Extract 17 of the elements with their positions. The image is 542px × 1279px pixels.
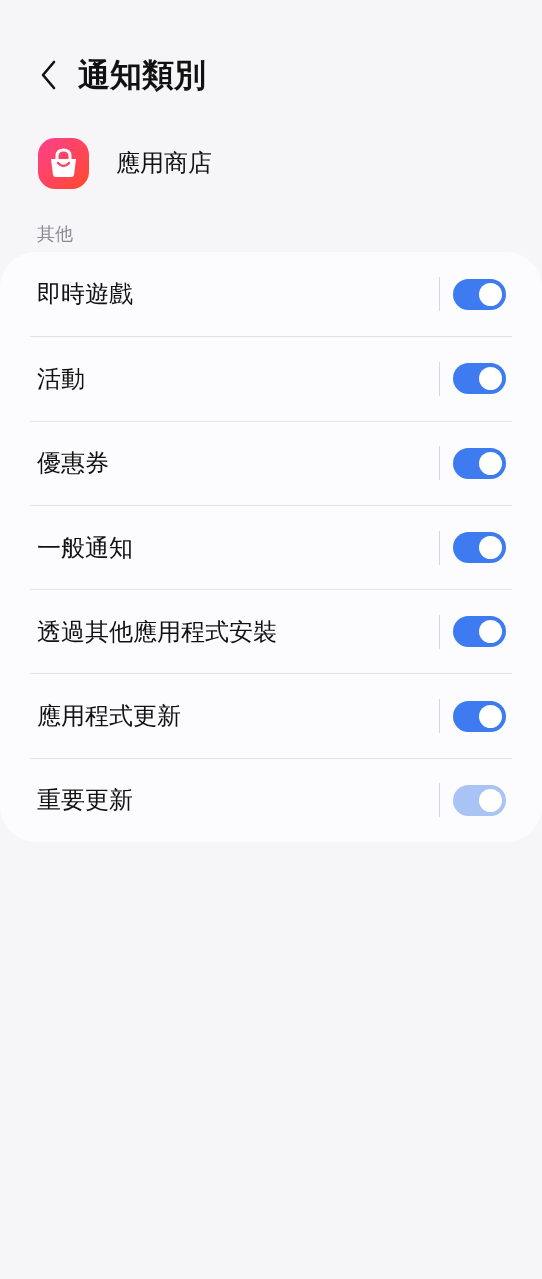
section-header: 其他 [37, 221, 73, 246]
setting-label: 優惠券 [36, 448, 110, 480]
setting-label: 重要更新 [36, 785, 134, 817]
toggle-switch[interactable] [453, 700, 506, 732]
setting-label: 即時遊戲 [36, 279, 134, 311]
toggle-switch[interactable] [453, 616, 506, 648]
setting-label: 應用程式更新 [36, 701, 182, 733]
app-name: 應用商店 [116, 148, 212, 179]
setting-label: 活動 [36, 363, 86, 395]
page-title: 通知類別 [78, 55, 206, 96]
toggle-switch[interactable] [453, 447, 506, 479]
toggle-switch[interactable] [453, 532, 506, 564]
setting-label: 一般通知 [36, 532, 134, 564]
shopping-bag-icon [38, 137, 89, 189]
setting-label: 透過其他應用程式安裝 [36, 616, 278, 648]
toggle-switch[interactable] [453, 278, 506, 310]
toggle-switch[interactable] [453, 363, 506, 395]
